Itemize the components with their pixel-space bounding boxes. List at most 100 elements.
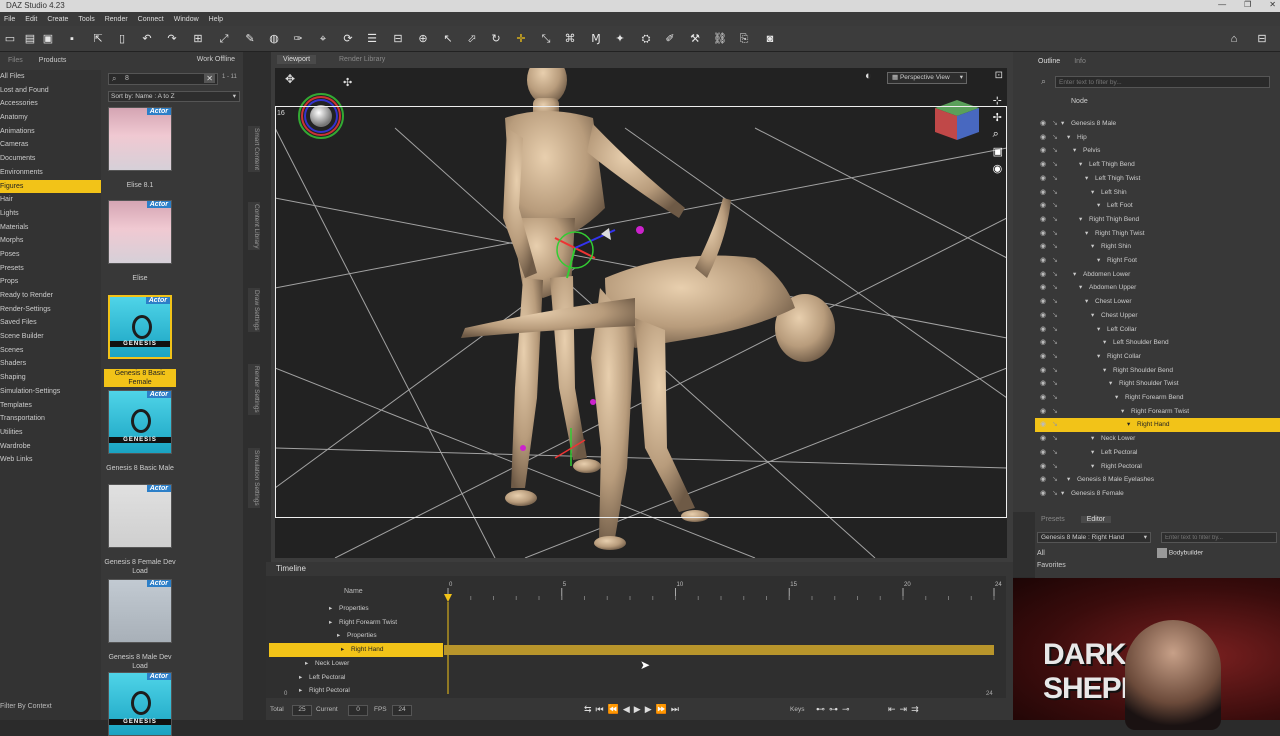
category-item[interactable]: Render-Settings <box>0 303 101 317</box>
category-item[interactable]: Scene Builder <box>0 330 101 344</box>
outline-node[interactable]: ◉ ↘ ▾ Left Shoulder Bend <box>1035 336 1280 350</box>
visibility-eye-icon[interactable]: ◉ <box>1040 172 1046 186</box>
visibility-eye-icon[interactable]: ◉ <box>1040 158 1046 172</box>
side-tab[interactable]: Render Settings <box>248 364 260 415</box>
expand-arrow-icon[interactable]: ▾ <box>1091 460 1094 474</box>
category-item[interactable]: Environments <box>0 166 101 180</box>
expand-arrow-icon[interactable]: ▾ <box>1121 405 1124 419</box>
visibility-eye-icon[interactable]: ◉ <box>1040 377 1046 391</box>
expand-arrow-icon[interactable]: ▾ <box>1115 391 1118 405</box>
camera-nav-icon[interactable]: ✥ <box>285 72 295 86</box>
keyframe-track-selected[interactable] <box>444 645 994 656</box>
timeline-node-row[interactable]: ▸ Neck Lower <box>269 657 443 671</box>
item-label[interactable]: Genesis 8 Basic Male <box>104 464 176 473</box>
category-item[interactable]: Props <box>0 275 101 289</box>
side-tab[interactable]: Smart Content <box>248 126 260 172</box>
outline-node[interactable]: ◉ ↘ ▾ Hip <box>1035 131 1280 145</box>
reset-icon[interactable]: ◉ <box>993 162 1003 175</box>
expand-arrow-icon[interactable]: ▾ <box>1079 158 1082 172</box>
expand-arrow-icon[interactable]: ▾ <box>1091 186 1094 200</box>
outline-node[interactable]: ◉ ↘ ▾ Left Foot <box>1035 199 1280 213</box>
expand-arrow-icon[interactable]: ▾ <box>1097 350 1100 364</box>
item-thumbnail[interactable]: Actor GENESIS <box>108 390 172 454</box>
item-thumbnail[interactable]: Actor GENESIS <box>108 672 172 736</box>
expand-arrow-icon[interactable]: ▾ <box>1061 117 1064 131</box>
outline-node[interactable]: ◉ ↘ ▾ Chest Lower <box>1035 295 1280 309</box>
home-icon[interactable]: ⌂ <box>1226 31 1242 47</box>
close-button[interactable]: ✕ <box>1269 0 1276 9</box>
clear-search-icon[interactable]: ✕ <box>204 74 215 83</box>
select-link-icon[interactable]: ↘ <box>1052 186 1058 200</box>
item-thumbnail[interactable]: Actor <box>108 579 172 643</box>
preset-node-dropdown[interactable]: Genesis 8 Male : Right Hand ▾ <box>1037 532 1151 543</box>
expand-arrow-icon[interactable]: ▾ <box>1073 144 1076 158</box>
preset-category-favorites[interactable]: Favorites <box>1037 560 1066 572</box>
expand-arrow-icon[interactable]: ▾ <box>1085 295 1088 309</box>
expand-arrow-icon[interactable]: ▾ <box>1091 309 1094 323</box>
open-icon[interactable]: ▤ <box>22 31 38 47</box>
visibility-eye-icon[interactable]: ◉ <box>1040 336 1046 350</box>
category-item[interactable]: Documents <box>0 152 101 166</box>
expand-arrow-icon[interactable]: ▾ <box>1067 131 1070 145</box>
item-label[interactable]: Genesis 8 Male Dev Load <box>104 653 176 671</box>
side-tab[interactable]: Simulation Settings <box>248 448 260 508</box>
tab-render-library[interactable]: Render Library <box>333 55 391 64</box>
category-item[interactable]: Web Links <box>0 453 101 467</box>
visibility-eye-icon[interactable]: ◉ <box>1040 364 1046 378</box>
expand-arrow-icon[interactable]: ▸ <box>305 657 308 671</box>
category-item[interactable]: Animations <box>0 125 101 139</box>
select-link-icon[interactable]: ↘ <box>1052 144 1058 158</box>
outline-node[interactable]: ◉ ↘ ▾ Abdomen Lower <box>1035 268 1280 282</box>
outline-node[interactable]: ◉ ↘ ▾ Right Thigh Bend <box>1035 213 1280 227</box>
category-item[interactable]: Materials <box>0 221 101 235</box>
redo-icon[interactable]: ↷ <box>164 31 180 47</box>
timeline-node-row[interactable]: ▸ Left Pectoral <box>269 671 443 685</box>
select-link-icon[interactable]: ↘ <box>1052 350 1058 364</box>
visibility-eye-icon[interactable]: ◉ <box>1040 281 1046 295</box>
expand-arrow-icon[interactable]: ▾ <box>1097 254 1100 268</box>
select-link-icon[interactable]: ↘ <box>1052 309 1058 323</box>
expand-arrow-icon[interactable]: ▾ <box>1091 240 1094 254</box>
preset-filter-input[interactable] <box>1161 532 1277 543</box>
dolly-icon[interactable]: ✢ <box>993 111 1003 124</box>
current-frame-field[interactable]: 0 <box>348 705 368 716</box>
category-item[interactable]: Lights <box>0 207 101 221</box>
outline-node[interactable]: ◉ ↘ ▾ Right Foot <box>1035 254 1280 268</box>
select-link-icon[interactable]: ↘ <box>1052 199 1058 213</box>
select-link-icon[interactable]: ↘ <box>1052 213 1058 227</box>
playback-controls[interactable]: ⇆⏮⏪◀▶▶⏩⏭ <box>584 704 683 715</box>
node-icon[interactable]: ⛭ <box>638 31 654 47</box>
outline-node[interactable]: ◉ ↘ ▾ Left Pectoral <box>1035 446 1280 460</box>
outline-node[interactable]: ◉ ↘ ▾ Right Shoulder Twist <box>1035 377 1280 391</box>
expand-arrow-icon[interactable]: ▾ <box>1073 268 1076 282</box>
visibility-eye-icon[interactable]: ◉ <box>1040 199 1046 213</box>
sort-dropdown[interactable]: Sort by: Name : A to Z ▾ <box>108 91 240 102</box>
select-link-icon[interactable]: ↘ <box>1052 227 1058 241</box>
expand-arrow-icon[interactable]: ▾ <box>1079 281 1082 295</box>
total-frames-field[interactable]: 25 <box>292 705 312 716</box>
select-link-icon[interactable]: ↘ <box>1052 295 1058 309</box>
brush-icon[interactable]: ⚒ <box>687 31 703 47</box>
visibility-eye-icon[interactable]: ◉ <box>1040 240 1046 254</box>
item-thumbnail[interactable]: Actor <box>108 484 172 548</box>
category-item[interactable]: Shaders <box>0 357 101 371</box>
expand-arrow-icon[interactable]: ▾ <box>1091 446 1094 460</box>
timeline-node-row[interactable]: ▸ Right Hand <box>269 643 443 657</box>
search-input[interactable]: ⌕ 8 ✕ <box>108 73 218 85</box>
outline-node[interactable]: ◉ ↘ ▾ Right Pectoral <box>1035 460 1280 474</box>
outline-node[interactable]: ◉ ↘ ▾ Genesis 8 Male <box>1035 117 1280 131</box>
category-item[interactable]: Presets <box>0 262 101 276</box>
nav-key-controls[interactable]: ⇤⇥⇉ <box>888 704 923 715</box>
select-link-icon[interactable]: ↘ <box>1052 240 1058 254</box>
select-icon[interactable]: ⌖ <box>315 31 331 47</box>
page-icon[interactable]: ▯ <box>114 31 130 47</box>
expand-arrow-icon[interactable]: ▾ <box>1127 418 1130 432</box>
export-icon[interactable]: ⇱ <box>90 31 106 47</box>
node-select-icon[interactable]: ⬀ <box>464 31 480 47</box>
visibility-eye-icon[interactable]: ◉ <box>1040 323 1046 337</box>
select-link-icon[interactable]: ↘ <box>1052 418 1058 432</box>
outline-node[interactable]: ◉ ↘ ▾ Left Thigh Twist <box>1035 172 1280 186</box>
timeline-node-row[interactable]: ▸ Properties <box>269 629 443 643</box>
pan-icon[interactable]: ✣ <box>343 76 352 89</box>
select-link-icon[interactable]: ↘ <box>1052 391 1058 405</box>
